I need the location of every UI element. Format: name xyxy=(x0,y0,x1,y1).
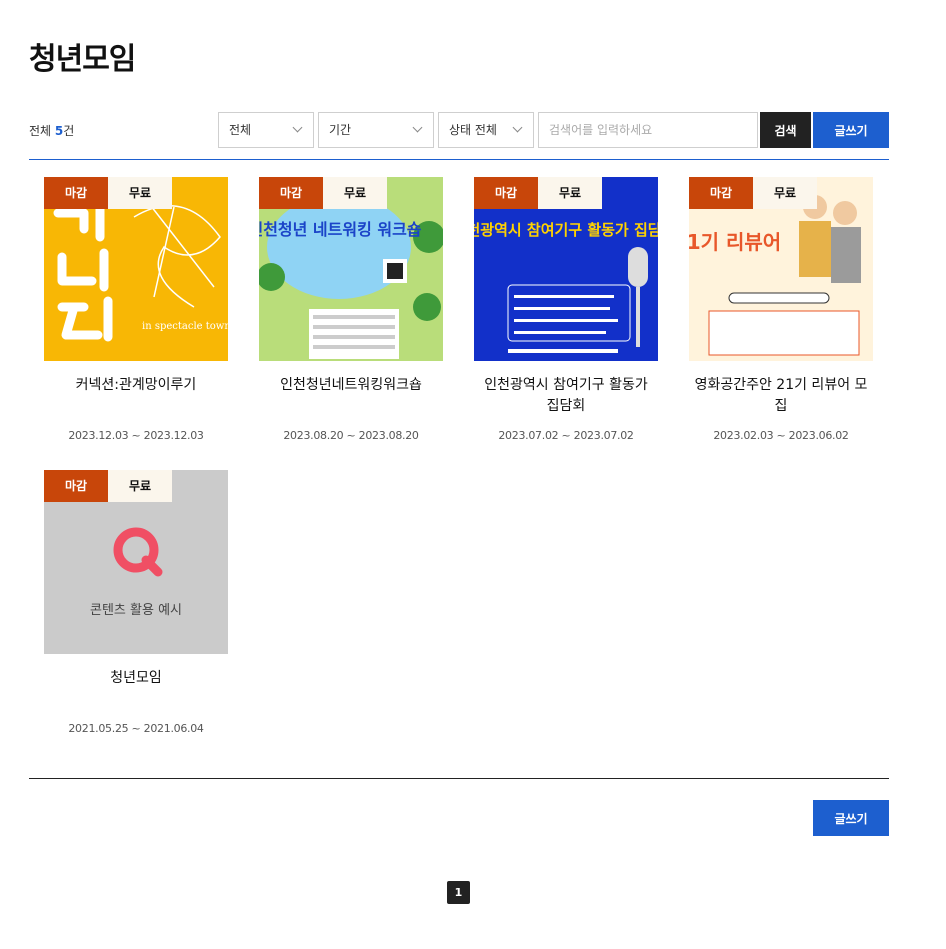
closed-badge: 마감 xyxy=(689,177,753,209)
list-item[interactable]: in spectacle town 마감 무료 커넥션:관계망이루기 2023.… xyxy=(44,177,228,442)
price-badge: 무료 xyxy=(108,177,172,209)
closed-badge: 마감 xyxy=(474,177,538,209)
list-item[interactable]: 인천광역시 참여기구 활동가 집담회 마감 무료 인천광역시 참여기구 활동가 … xyxy=(474,177,658,442)
pagination-current-page[interactable]: 1 xyxy=(447,881,470,904)
category-select-value: 전체 xyxy=(229,123,252,137)
card-title[interactable]: 영화공간주안 21기 리뷰어 모집 xyxy=(689,375,873,417)
placeholder-caption: 콘텐츠 활용 예시 xyxy=(90,603,182,618)
card-date: 2023.02.03 ~ 2023.06.02 xyxy=(713,429,849,442)
list-item[interactable]: 인천청년 네트워킹 워크숍 마감 무료 인천청년네트워킹워크숍 2023.08.… xyxy=(259,177,443,442)
chevron-down-icon xyxy=(292,122,303,133)
list-top-divider xyxy=(29,159,889,160)
card-thumbnail[interactable]: in spectacle town 마감 무료 xyxy=(44,177,228,361)
poster-caption: 인천광역시 참여기구 활동가 집담회 xyxy=(474,221,658,239)
search-input[interactable] xyxy=(538,112,758,148)
q-logo-icon xyxy=(113,527,163,577)
card-title[interactable]: 청년모임 xyxy=(44,668,228,689)
poster-caption: in spectacle town xyxy=(142,321,228,332)
total-count-number: 5 xyxy=(54,124,64,138)
poster-caption: 인천청년 네트워킹 워크숍 xyxy=(259,220,422,239)
card-thumbnail[interactable]: 콘텐츠 활용 예시 마감 무료 xyxy=(44,470,228,654)
price-badge: 무료 xyxy=(538,177,602,209)
card-date: 2023.08.20 ~ 2023.08.20 xyxy=(283,429,419,442)
status-select-value: 상태 전체 xyxy=(449,123,497,137)
card-title[interactable]: 인천청년네트워킹워크숍 xyxy=(259,375,443,396)
closed-badge: 마감 xyxy=(44,470,108,502)
total-unit: 건 xyxy=(63,124,75,138)
price-badge: 무료 xyxy=(323,177,387,209)
period-select[interactable]: 기간 xyxy=(318,112,434,148)
card-thumbnail[interactable]: 인천청년 네트워킹 워크숍 마감 무료 xyxy=(259,177,443,361)
card-title[interactable]: 커넥션:관계망이루기 xyxy=(44,375,228,396)
list-bottom-divider xyxy=(29,778,889,779)
list-item[interactable]: 콘텐츠 활용 예시 마감 무료 청년모임 2021.05.25 ~ 2021.0… xyxy=(44,470,228,735)
page-title: 청년모임 xyxy=(29,42,136,77)
card-date: 2021.05.25 ~ 2021.06.04 xyxy=(68,722,204,735)
list-item[interactable]: 21기 리뷰어 마감 무료 영화공간주안 21기 리뷰어 모집 2023.02.… xyxy=(689,177,873,442)
card-date: 2023.07.02 ~ 2023.07.02 xyxy=(498,429,634,442)
status-select[interactable]: 상태 전체 xyxy=(438,112,534,148)
period-select-value: 기간 xyxy=(329,123,352,137)
total-count: 전체 5건 xyxy=(29,122,74,139)
poster-caption: 21기 리뷰어 xyxy=(689,230,781,254)
closed-badge: 마감 xyxy=(259,177,323,209)
search-button[interactable]: 검색 xyxy=(760,112,811,148)
closed-badge: 마감 xyxy=(44,177,108,209)
chevron-down-icon xyxy=(512,122,523,133)
total-label: 전체 xyxy=(29,124,55,138)
price-badge: 무료 xyxy=(753,177,817,209)
write-button-top[interactable]: 글쓰기 xyxy=(813,112,889,148)
card-thumbnail[interactable]: 21기 리뷰어 마감 무료 xyxy=(689,177,873,361)
price-badge: 무료 xyxy=(108,470,172,502)
card-date: 2023.12.03 ~ 2023.12.03 xyxy=(68,429,204,442)
card-title[interactable]: 인천광역시 참여기구 활동가 집담회 xyxy=(474,375,658,417)
list-toolbar: 전체 5건 전체 기간 상태 전체 검색 글쓰기 xyxy=(29,112,889,148)
category-select[interactable]: 전체 xyxy=(218,112,314,148)
write-button-bottom[interactable]: 글쓰기 xyxy=(813,800,889,836)
card-thumbnail[interactable]: 인천광역시 참여기구 활동가 집담회 마감 무료 xyxy=(474,177,658,361)
chevron-down-icon xyxy=(412,122,423,133)
